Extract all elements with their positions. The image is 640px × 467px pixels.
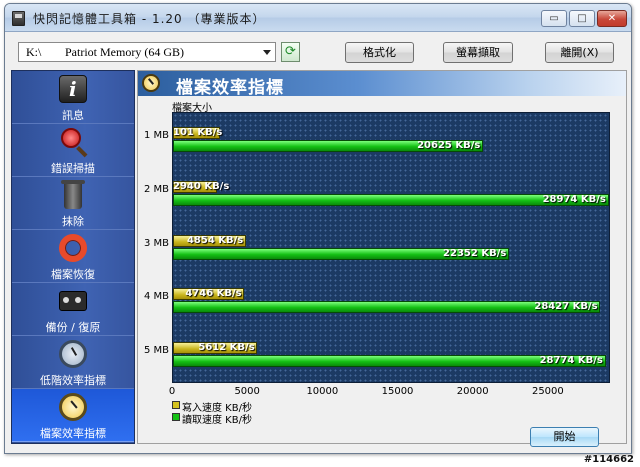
- drive-select[interactable]: K:\ Patriot Memory (64 GB): [18, 42, 276, 62]
- sidebar-item-erase[interactable]: 抹除: [12, 177, 134, 230]
- sidebar-item-label: 檔案恢復: [51, 268, 95, 281]
- title-bar[interactable]: 快閃記憶體工具箱 - 1.20 （專業版本） ▭ □ ✕: [5, 4, 631, 32]
- sidebar-item-backup-restore[interactable]: 備份 / 復原: [12, 283, 134, 336]
- x-tick-label: 0: [168, 386, 176, 397]
- sidebar-item-low-level-benchmark[interactable]: 低階效率指標: [12, 336, 134, 389]
- bar-data-label: 5612 KB/s: [198, 342, 255, 354]
- bar-data-label: 22352 KB/s: [443, 247, 507, 259]
- stopwatch-icon: [59, 340, 87, 368]
- start-button[interactable]: 開始: [530, 427, 599, 447]
- y-tick-label: 2 MB: [143, 183, 169, 195]
- legend-swatch: [172, 401, 180, 409]
- toolbar: K:\ Patriot Memory (64 GB) ⟳ 格式化 螢幕擷取 離開…: [5, 33, 631, 69]
- panel-header: 檔案效率指標: [138, 71, 626, 98]
- tape-icon: [59, 291, 87, 311]
- bar-data-label: 4854 KB/s: [186, 234, 244, 246]
- lifebuoy-icon: [59, 234, 87, 262]
- stopwatch-icon: [59, 393, 87, 421]
- y-tick-label: 1 MB: [143, 130, 169, 141]
- minimize-button[interactable]: ▭: [541, 10, 567, 27]
- y-tick-label: 4 MB: [143, 291, 169, 303]
- bar-data-label: 28774 KB/s: [539, 355, 603, 367]
- bar-data-label: 2940 KB/s: [173, 180, 230, 192]
- sidebar-item-label: 抹除: [62, 215, 84, 228]
- y-tick-label: 3 MB: [143, 237, 169, 249]
- sidebar-item-file-recovery[interactable]: 檔案恢復: [12, 230, 134, 283]
- sidebar-item-label: 檔案效率指標: [40, 427, 106, 440]
- sidebar-item-info[interactable]: 訊息: [12, 71, 134, 124]
- x-tick-label: 25000: [531, 386, 564, 397]
- sidebar: 訊息 錯誤掃描 抹除 檔案恢復 備份 / 復原 低階效率指標 檔案效率指標: [11, 70, 135, 444]
- screen-capture-button[interactable]: 螢幕擷取: [443, 42, 513, 63]
- legend-label: 讀取速度 KB/秒: [182, 415, 252, 426]
- format-button[interactable]: 格式化: [345, 42, 414, 63]
- sidebar-item-label: 低階效率指標: [40, 374, 106, 387]
- chart-plot-area: 101 KB/s 20625 KB/s 2940 KB/s 28974 KB/s 485…: [172, 112, 610, 383]
- info-icon: [59, 75, 87, 103]
- legend-swatch: [172, 413, 180, 421]
- chevron-down-icon[interactable]: [263, 50, 271, 55]
- drive-letter: K:\: [26, 45, 42, 59]
- drive-name: Patriot Memory (64 GB): [65, 45, 184, 59]
- bar-data-label: 28974 KB/s: [542, 193, 606, 205]
- refresh-icon: ⟳: [285, 44, 296, 59]
- x-tick-label: 15000: [381, 386, 414, 397]
- refresh-button[interactable]: ⟳: [281, 42, 300, 62]
- bar-data-label: 101 KB/s: [173, 127, 223, 138]
- bar-data-label: 28427 KB/s: [534, 301, 598, 313]
- window-title: 快閃記憶體工具箱 - 1.20 （專業版本）: [33, 12, 266, 26]
- chart-legend: 寫入速度 KB/秒 讀取速度 KB/秒: [172, 399, 252, 426]
- maximize-button[interactable]: □: [569, 10, 595, 27]
- y-tick-label: 5 MB: [143, 345, 169, 357]
- sidebar-item-error-scan[interactable]: 錯誤掃描: [12, 124, 134, 177]
- trash-icon: [61, 180, 85, 209]
- app-window: 快閃記憶體工具箱 - 1.20 （專業版本） ▭ □ ✕ K:\ Patriot…: [4, 3, 632, 454]
- x-tick-label: 5000: [234, 386, 260, 397]
- app-icon: [12, 11, 25, 26]
- sidebar-item-file-benchmark[interactable]: 檔案效率指標: [12, 389, 134, 442]
- bar-data-label: 20625 KB/s: [417, 140, 481, 151]
- sidebar-item-label: 備份 / 復原: [45, 321, 101, 334]
- sidebar-item-label: 錯誤掃描: [51, 162, 95, 175]
- magnifier-icon: [61, 128, 81, 148]
- stopwatch-icon: [142, 74, 160, 92]
- watermark: #114662: [583, 454, 634, 465]
- legend-item-write: 寫入速度 KB/秒: [172, 399, 252, 414]
- exit-button[interactable]: 離開(X): [545, 42, 614, 63]
- benchmark-panel: 檔案效率指標 檔案大小 101 KB/s 20625 KB/s 2940 KB/s 2…: [137, 70, 627, 447]
- x-tick-label: 20000: [456, 386, 489, 397]
- bar-data-label: 4746 KB/s: [185, 288, 242, 300]
- panel-title: 檔案效率指標: [176, 78, 284, 98]
- x-tick-label: 10000: [306, 386, 339, 397]
- sidebar-item-label: 訊息: [62, 109, 84, 122]
- close-button[interactable]: ✕: [597, 10, 627, 27]
- legend-item-read: 讀取速度 KB/秒: [172, 411, 252, 426]
